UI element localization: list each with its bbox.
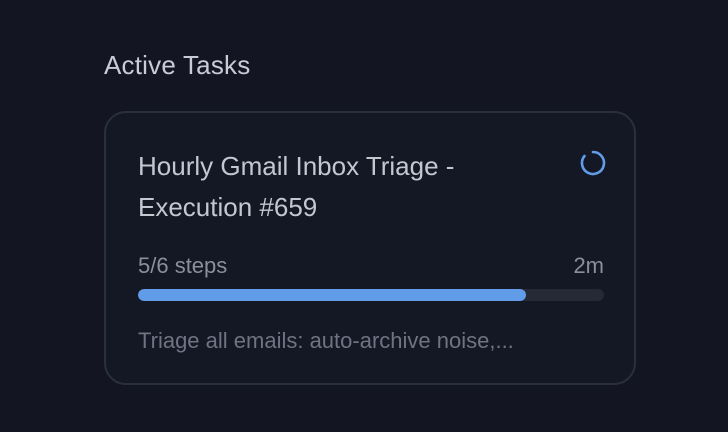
loading-spinner-icon — [580, 150, 606, 176]
steps-count: 5/6 steps — [138, 253, 228, 278]
progress-bar — [138, 289, 604, 301]
task-description: Triage all emails: auto-archive noise,..… — [138, 328, 514, 353]
active-task-card[interactable]: Hourly Gmail Inbox Triage - Execution #6… — [104, 111, 636, 385]
task-title-line-2: Execution #659 — [138, 192, 318, 222]
task-title-line-1: Hourly Gmail Inbox Triage - — [138, 151, 455, 181]
progress-meta: 5/6 steps 2m — [138, 253, 604, 279]
task-title: Hourly Gmail Inbox Triage - Execution #6… — [138, 146, 518, 228]
progress-bar-fill — [138, 289, 527, 301]
elapsed-time: 2m — [573, 253, 604, 278]
section-title: Active Tasks — [104, 50, 251, 80]
